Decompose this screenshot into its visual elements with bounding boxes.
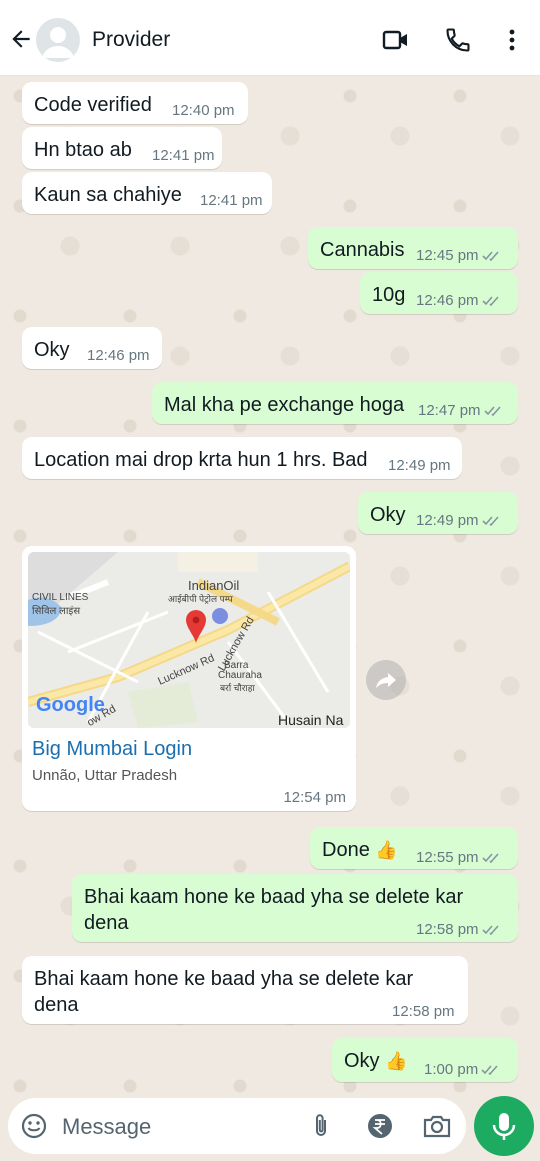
message-text: Location mai drop krta hun 1 hrs. Bad (34, 449, 368, 471)
contact-name[interactable]: Provider (92, 28, 170, 52)
message-outgoing[interactable]: 10g 12:46 pm (360, 272, 518, 314)
voice-message-button[interactable] (474, 1096, 534, 1156)
message-text: 10g (372, 284, 406, 306)
message-text: Kaun sa chahiye (34, 184, 182, 206)
location-map[interactable]: CIVIL LINES सिविल लाइंस IndianOil आईबीपी… (28, 552, 350, 728)
message-incoming[interactable]: Bhai kaam hone ke baad yha se delete kar… (22, 956, 468, 1024)
forward-icon (376, 673, 396, 688)
map-label: CIVIL LINES (32, 592, 89, 603)
message-text: Mal kha pe exchange hoga (164, 394, 405, 416)
message-text: Cannabis (320, 239, 405, 261)
message-time: 12:55 pm (416, 848, 502, 868)
message-outgoing[interactable]: Oky 👍 1:00 pm (332, 1038, 518, 1082)
message-incoming[interactable]: Hn btao ab 12:41 pm (22, 127, 222, 169)
map-label: आईबीपी पेट्रोल पम्प (168, 594, 233, 604)
forward-button[interactable] (366, 660, 406, 700)
message-outgoing[interactable]: Cannabis 12:45 pm (308, 227, 518, 269)
read-receipt-icon (481, 516, 499, 527)
message-time: 12:54 pm (283, 789, 346, 806)
voice-call-icon[interactable] (444, 26, 472, 54)
rupee-payment-icon[interactable] (366, 1112, 394, 1140)
message-time: 12:47 pm (418, 401, 504, 421)
message-text: Oky (370, 504, 406, 526)
message-time: 12:58 pm (416, 920, 502, 940)
thumbs-up-icon: 👍 (385, 1051, 408, 1072)
attachment-icon[interactable] (308, 1112, 334, 1140)
message-text: Hn btao ab (34, 139, 132, 161)
read-receipt-icon (481, 853, 499, 864)
location-message[interactable]: CIVIL LINES सिविल लाइंस IndianOil आईबीपी… (22, 546, 356, 811)
message-outgoing[interactable]: Mal kha pe exchange hoga 12:47 pm (152, 382, 518, 424)
message-incoming[interactable]: Kaun sa chahiye 12:41 pm (22, 172, 272, 214)
video-call-icon[interactable] (382, 26, 410, 54)
more-options-icon[interactable] (498, 26, 526, 54)
message-time: 12:41 pm (200, 192, 263, 209)
message-text: Bhai kaam hone ke baad yha se delete kar… (34, 968, 414, 1016)
message-time: 12:49 pm (416, 511, 502, 531)
emoji-icon[interactable] (20, 1112, 48, 1140)
location-title[interactable]: Big Mumbai Login (32, 738, 192, 761)
camera-icon[interactable] (422, 1112, 452, 1140)
map-label: बर्रा चौराहा (220, 683, 255, 693)
read-receipt-icon (481, 251, 499, 262)
chat-header: Provider (0, 0, 540, 76)
message-input[interactable]: Message (62, 1114, 151, 1140)
google-logo: Google (36, 694, 105, 716)
message-time: 12:46 pm (416, 291, 502, 311)
message-outgoing[interactable]: Bhai kaam hone ke baad yha se delete kar… (72, 874, 518, 942)
back-arrow-icon[interactable] (8, 26, 34, 52)
message-incoming[interactable]: Code verified 12:40 pm (22, 82, 248, 124)
message-time: 12:58 pm (392, 1003, 455, 1020)
map-label: Chauraha (218, 670, 262, 681)
message-incoming[interactable]: Oky 12:46 pm (22, 327, 162, 369)
message-time: 12:46 pm (87, 347, 150, 364)
map-label: IndianOil (188, 578, 240, 593)
message-incoming[interactable]: Location mai drop krta hun 1 hrs. Bad 12… (22, 437, 462, 479)
message-time: 12:49 pm (388, 457, 451, 474)
message-time: 12:45 pm (416, 246, 502, 266)
message-text: Oky 👍 (344, 1050, 408, 1072)
message-text: Oky (34, 339, 70, 361)
message-outgoing[interactable]: Done 👍 12:55 pm (310, 827, 518, 869)
map-label: सिविल लाइंस (32, 606, 81, 617)
message-time: 1:00 pm (424, 1060, 501, 1080)
microphone-icon (492, 1113, 516, 1140)
read-receipt-icon (481, 296, 499, 307)
read-receipt-icon (481, 1065, 498, 1076)
thumbs-up-icon: 👍 (375, 840, 398, 861)
avatar[interactable] (36, 18, 80, 62)
message-input-bar[interactable]: Message (8, 1098, 466, 1154)
message-text: Done 👍 (322, 839, 398, 861)
message-text: Code verified (34, 94, 152, 116)
default-avatar-icon (42, 27, 74, 58)
message-time: 12:40 pm (172, 102, 235, 119)
read-receipt-icon (481, 925, 499, 936)
location-subtitle: Unnão, Uttar Pradesh (32, 767, 178, 784)
map-label: Husain Na (278, 712, 344, 728)
message-outgoing[interactable]: Oky 12:49 pm (358, 492, 518, 534)
message-time: 12:41 pm (152, 147, 215, 164)
read-receipt-icon (483, 406, 501, 417)
